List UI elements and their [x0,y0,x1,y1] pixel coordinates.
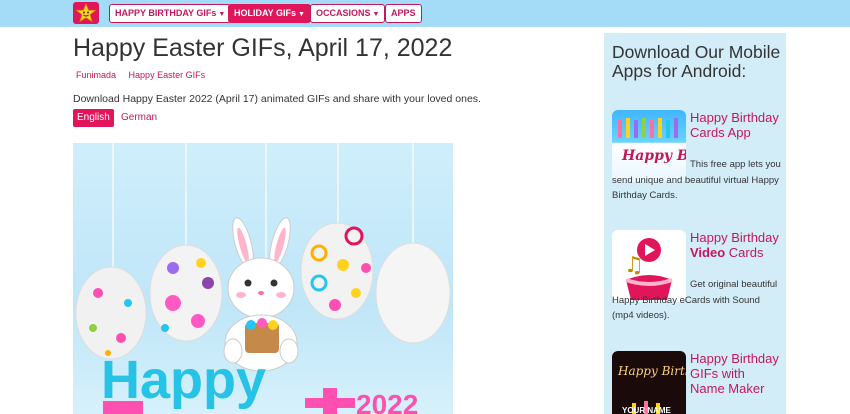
app-name-birthday-cards[interactable]: Happy Birthday Cards App [690,110,782,140]
easter-illustration: Happy 2022 [75,143,451,414]
app-name-gifs-name-maker[interactable]: Happy Birthday GIFs with Name Maker [690,351,782,396]
top-navbar: HAPPY BIRTHDAY GIFs ▼ HOLIDAY GIFs ▼ OCCAS… [0,0,850,27]
app-name-part: Cards [728,245,764,260]
nav-occasions[interactable]: OCCASIONS ▼ [310,4,386,23]
page-title: Happy Easter GIFs, April 17, 2022 [73,34,453,62]
app-name-bold: Video [690,245,726,260]
app-item-video-cards[interactable]: ♫ Happy Birthday Video Cards Get origina… [612,230,782,340]
nav-happy-birthday-gifs[interactable]: HAPPY BIRTHDAY GIFs ▼ [109,4,232,23]
app-desc-birthday-cards: This free app lets you send unique and b… [612,159,781,201]
nav-apps[interactable]: APPS [385,4,422,23]
app-desc-video-cards: Get original beautiful Happy Birthday eC… [612,279,778,321]
svg-text:♫: ♫ [624,253,644,278]
lang-german-button[interactable]: German [117,109,161,127]
thumb-happy-text: Happy Birthday [617,364,686,378]
app-thumb-gifs-name-maker[interactable]: Happy Birthday YOUR NAME [612,351,686,414]
nav-holiday-gifs[interactable]: HOLIDAY GIFs ▼ [228,4,311,23]
breadcrumb: Funimada Happy Easter GIFs [76,70,215,80]
chevron-down-icon: ▼ [298,11,305,18]
chevron-down-icon: ▼ [372,11,380,18]
page-description: Download Happy Easter 2022 (April 17) an… [73,93,481,105]
app-item-birthday-cards[interactable]: Happy Birthday Happy Birthday Cards App … [612,110,782,220]
nav-label: HOLIDAY GIFs [234,8,297,18]
app-name-part: Happy Birthday [690,230,779,245]
sidebar-title: Download Our Mobile Apps for Android: [612,42,781,81]
nav-label: OCCASIONS [316,8,371,18]
thumb-your-name-text: YOUR NAME [622,406,672,414]
breadcrumb-item-easter[interactable]: Happy Easter GIFs [129,70,206,80]
easter-gif-image[interactable]: Happy 2022 [73,143,453,414]
lang-english-button[interactable]: English [73,109,114,127]
app-item-gifs-name-maker[interactable]: Happy Birthday YOUR NAME Happy Birthday … [612,351,782,414]
nav-label: APPS [391,8,416,18]
nav-label: HAPPY BIRTHDAY GIFs [115,8,217,18]
sidebar-apps: Download Our Mobile Apps for Android: Ha… [604,33,786,414]
star-logo-icon[interactable] [73,2,99,24]
app-name-video-cards[interactable]: Happy Birthday Video Cards [690,230,782,260]
hero-year-text: 2022 [356,389,418,414]
chevron-down-icon: ▼ [218,11,226,18]
breadcrumb-item-funimada[interactable]: Funimada [76,70,116,80]
